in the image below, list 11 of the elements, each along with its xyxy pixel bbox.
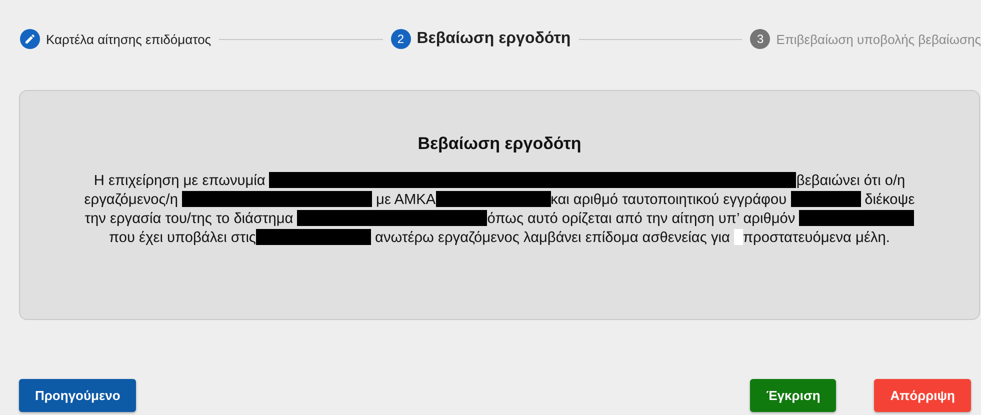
step-label: Βεβαίωση εργοδότη	[416, 30, 571, 48]
step-label: Επιβεβαίωση υποβολής βεβαίωσης	[776, 32, 981, 46]
step-number: 3	[750, 29, 770, 49]
certificate-text: Η επιχείρηση με επωνυμία βεβαιώνει ότι ο/η εργαζόμενος/η με ΑΜΚΑ και αριθμό ταυτοποιητικού εγγράφου διέκοψε την εργασία του/της το διάστημα όπως αυτό ορίζεται από την αίτηση υπ’ αριθμόν που έχει υποβάλει στις ανωτέρω εργαζόμενος λαμβάνει επίδομα ασθενείας για προστατευόμενα μέλη.	[83, 172, 916, 248]
approve-button[interactable]: Έγκριση	[750, 379, 836, 412]
reject-button[interactable]: Απόρριψη	[874, 379, 971, 412]
pencil-icon	[24, 33, 36, 45]
step-label: Καρτέλα αίτησης επιδόματος	[46, 32, 212, 46]
card-title: Βεβαίωση εργοδότη	[418, 134, 582, 154]
step-number: 2	[390, 29, 411, 49]
previous-button[interactable]: Προηγούμενο	[19, 379, 136, 412]
